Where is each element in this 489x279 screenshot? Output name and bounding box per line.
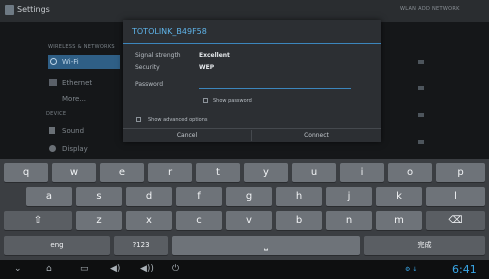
action-bar-actions[interactable]: WLAN ADD NETWORK [400, 6, 460, 12]
key-y[interactable]: y [244, 163, 288, 182]
sidebar-item-wifi[interactable] [48, 55, 120, 69]
space-key[interactable]: ⎵ [172, 236, 360, 255]
wifi-signal-icon [418, 113, 424, 117]
key-w[interactable]: w [52, 163, 96, 182]
page-title: Settings [17, 5, 50, 14]
section-header-wireless: WIRELESS & NETWORKS [48, 44, 115, 50]
keyboard-hide-icon[interactable]: ⌄ [14, 260, 22, 279]
shift-icon: ⇧ [33, 215, 43, 226]
clock: 6:41 [452, 263, 477, 276]
advanced-options-checkbox[interactable] [136, 117, 141, 122]
key-o[interactable]: o [388, 163, 432, 182]
key-s[interactable]: s [76, 187, 122, 206]
signal-strength-label: Signal strength [135, 52, 181, 59]
key-d[interactable]: d [126, 187, 172, 206]
key-f[interactable]: f [176, 187, 222, 206]
key-a[interactable]: a [26, 187, 72, 206]
key-l[interactable]: l [426, 187, 485, 206]
sidebar-item-more[interactable]: More... [62, 95, 86, 103]
recent-apps-icon[interactable]: ▭ [80, 260, 89, 279]
brightness-icon [49, 145, 56, 152]
connect-button[interactable]: Connect [252, 129, 381, 142]
key-t[interactable]: t [196, 163, 240, 182]
volume-up-icon[interactable]: ◀)) [140, 260, 154, 279]
key-n[interactable]: n [326, 211, 372, 230]
space-icon: ⎵ [264, 240, 268, 251]
key-p[interactable]: p [436, 163, 485, 182]
wifi-icon [50, 58, 57, 65]
signal-strength-value: Excellent [199, 52, 230, 59]
sidebar-item-display[interactable]: Display [62, 145, 88, 153]
key-m[interactable]: m [376, 211, 422, 230]
wifi-signal-icon [418, 60, 424, 64]
home-icon[interactable]: ⌂ [46, 260, 52, 279]
speaker-icon [49, 127, 55, 134]
key-z[interactable]: z [76, 211, 122, 230]
advanced-options-label: Show advanced options [148, 117, 208, 123]
key-c[interactable]: c [176, 211, 222, 230]
symbols-key[interactable]: ?123 [114, 236, 168, 255]
language-key[interactable]: eng [4, 236, 110, 255]
key-g[interactable]: g [226, 187, 272, 206]
cancel-button[interactable]: Cancel [123, 129, 251, 142]
key-j[interactable]: j [326, 187, 372, 206]
key-v[interactable]: v [226, 211, 272, 230]
backspace-key[interactable]: ⌫ [426, 211, 485, 230]
security-value: WEP [199, 64, 215, 71]
dialog-title: TOTOLINK_B49F58 [132, 27, 207, 36]
dialog-divider [123, 43, 381, 44]
sidebar-item-ethernet[interactable]: Ethernet [62, 79, 92, 87]
key-e[interactable]: e [100, 163, 144, 182]
key-k[interactable]: k [376, 187, 422, 206]
show-password-checkbox[interactable] [203, 98, 208, 103]
sidebar-item-sound[interactable]: Sound [62, 127, 84, 135]
key-x[interactable]: x [126, 211, 172, 230]
power-icon[interactable]: ⏻ [172, 260, 179, 279]
key-i[interactable]: i [340, 163, 384, 182]
wifi-signal-icon [418, 140, 424, 144]
key-r[interactable]: r [148, 163, 192, 182]
key-h[interactable]: h [276, 187, 322, 206]
security-label: Security [135, 64, 160, 71]
volume-down-icon[interactable]: ◀) [110, 260, 120, 279]
done-key[interactable]: 完成 [364, 236, 485, 255]
password-label: Password [135, 81, 164, 88]
key-q[interactable]: q [4, 163, 48, 182]
settings-app-icon [5, 5, 14, 15]
password-field[interactable] [199, 78, 351, 89]
status-icons: ⚙ ↓ [405, 266, 418, 273]
shift-key[interactable]: ⇧ [4, 211, 72, 230]
backspace-icon: ⌫ [448, 215, 463, 226]
sidebar-item-label: Wi-Fi [62, 58, 79, 66]
wifi-signal-icon [418, 86, 424, 90]
show-password-label: Show password [213, 98, 252, 104]
key-u[interactable]: u [292, 163, 336, 182]
section-header-device: DEVICE [46, 111, 67, 117]
ethernet-icon [49, 79, 57, 86]
key-b[interactable]: b [276, 211, 322, 230]
